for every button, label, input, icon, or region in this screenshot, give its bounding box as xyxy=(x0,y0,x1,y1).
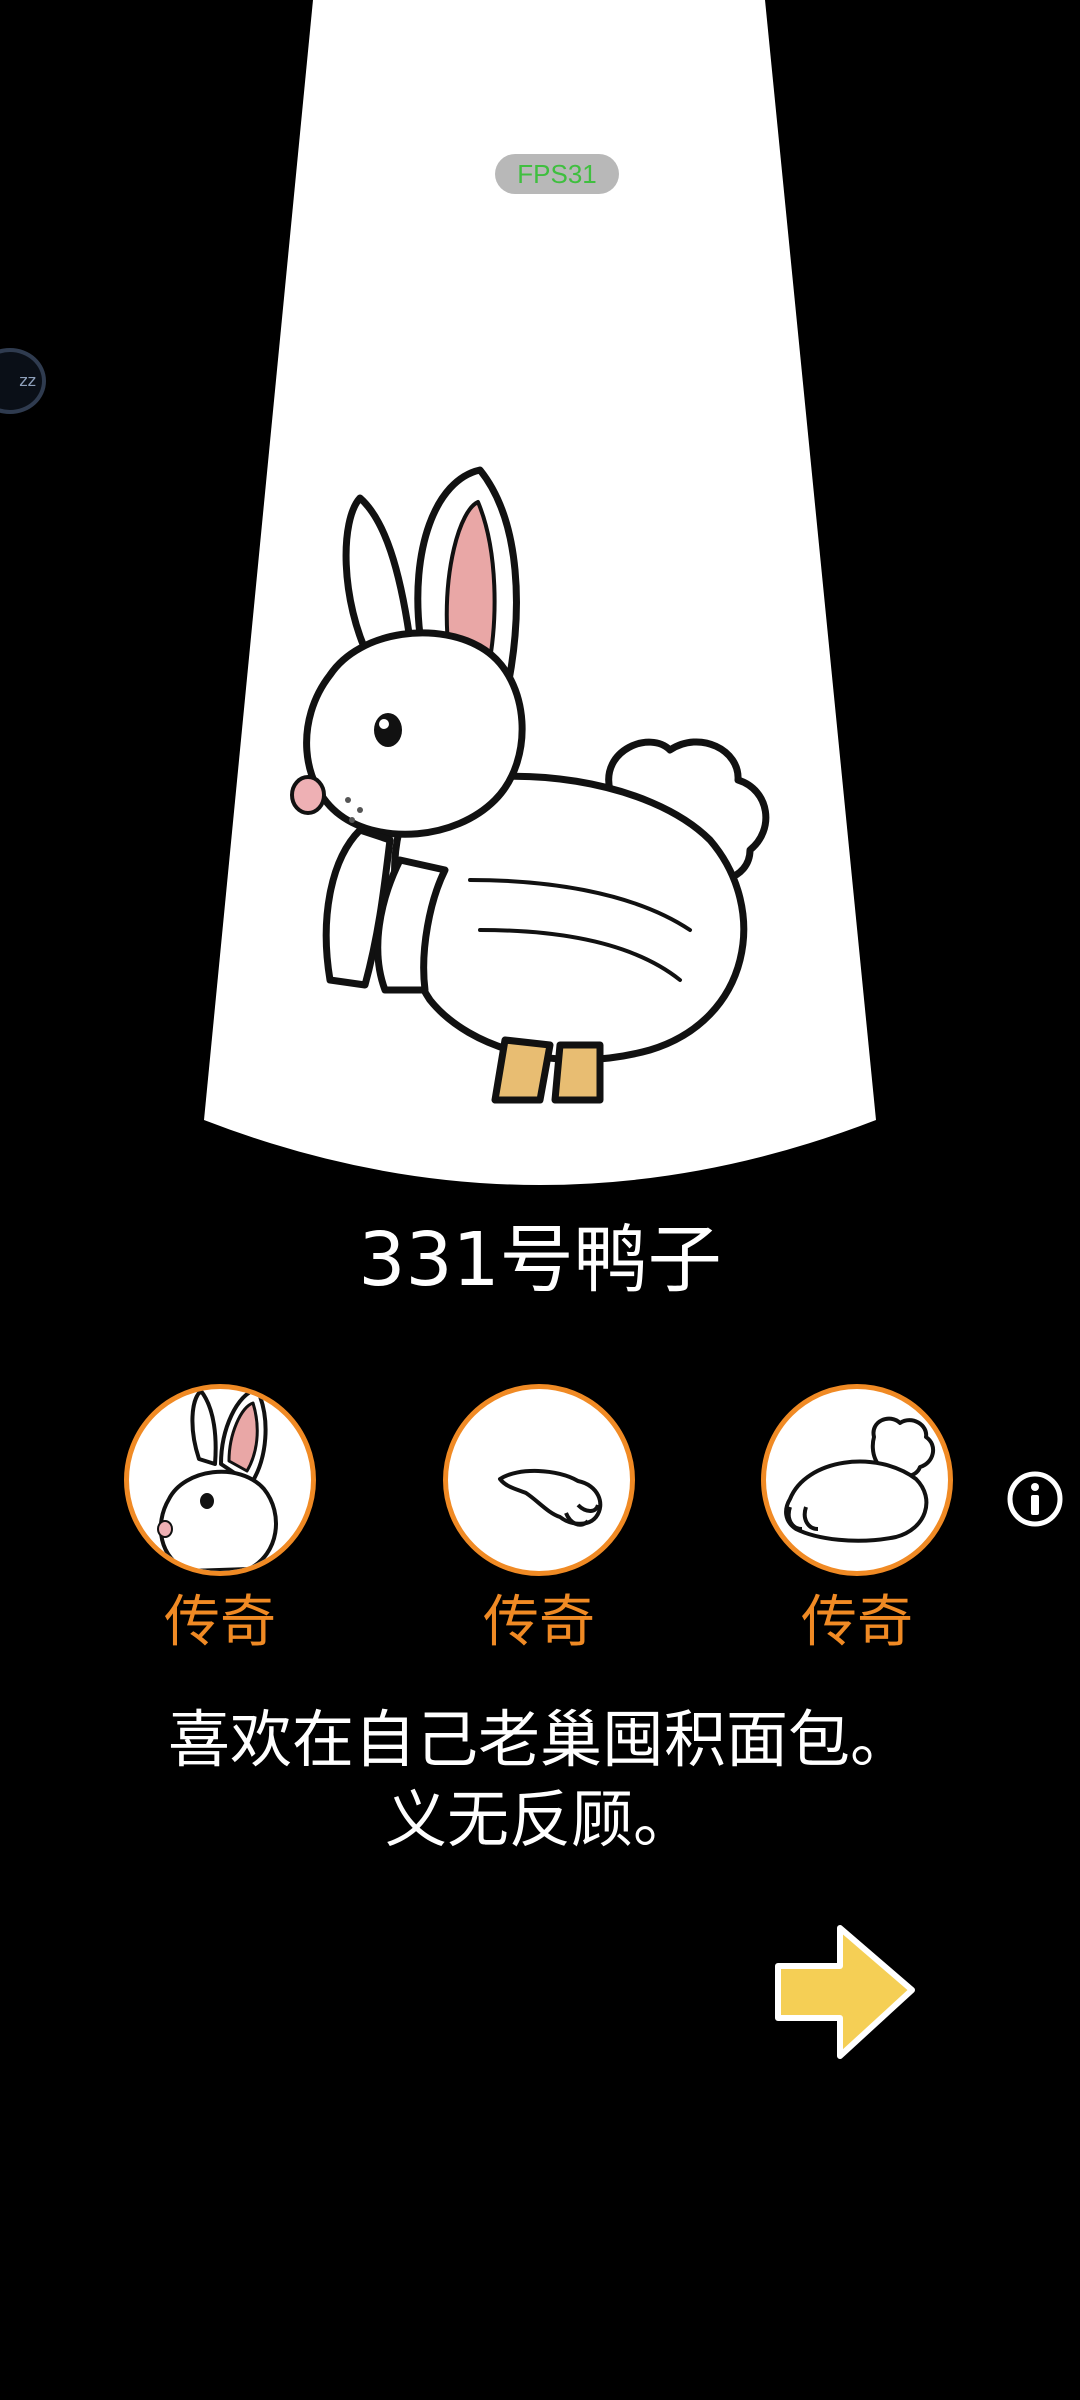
rabbit-body-icon[interactable] xyxy=(761,1384,953,1576)
rabbit-head-icon[interactable] xyxy=(124,1384,316,1576)
part-slot-body[interactable]: 传奇 xyxy=(761,1384,953,1656)
part-slot-arm[interactable]: 传奇 xyxy=(443,1384,635,1656)
description-line: 喜欢在自己老巢囤积面包。 xyxy=(167,1703,912,1776)
part-slot-head[interactable]: 传奇 xyxy=(124,1384,316,1656)
part-rarity-label: 传奇 xyxy=(801,1590,913,1655)
fps-counter: FPS31 xyxy=(495,154,619,194)
creature-name: 331号鸭子 xyxy=(358,1217,722,1303)
rabbit-arm-icon[interactable] xyxy=(443,1384,635,1576)
arrow-right-icon[interactable] xyxy=(770,1918,920,2068)
part-rarity-label: 传奇 xyxy=(483,1590,595,1655)
part-rarity-label: 传奇 xyxy=(164,1590,276,1655)
description-line: 义无反顾。 xyxy=(384,1783,695,1856)
info-icon[interactable] xyxy=(1006,1470,1064,1528)
creature-description: 喜欢在自己老巢囤积面包。 义无反顾。 xyxy=(0,1700,1080,1860)
creature-illustration xyxy=(290,466,770,1104)
